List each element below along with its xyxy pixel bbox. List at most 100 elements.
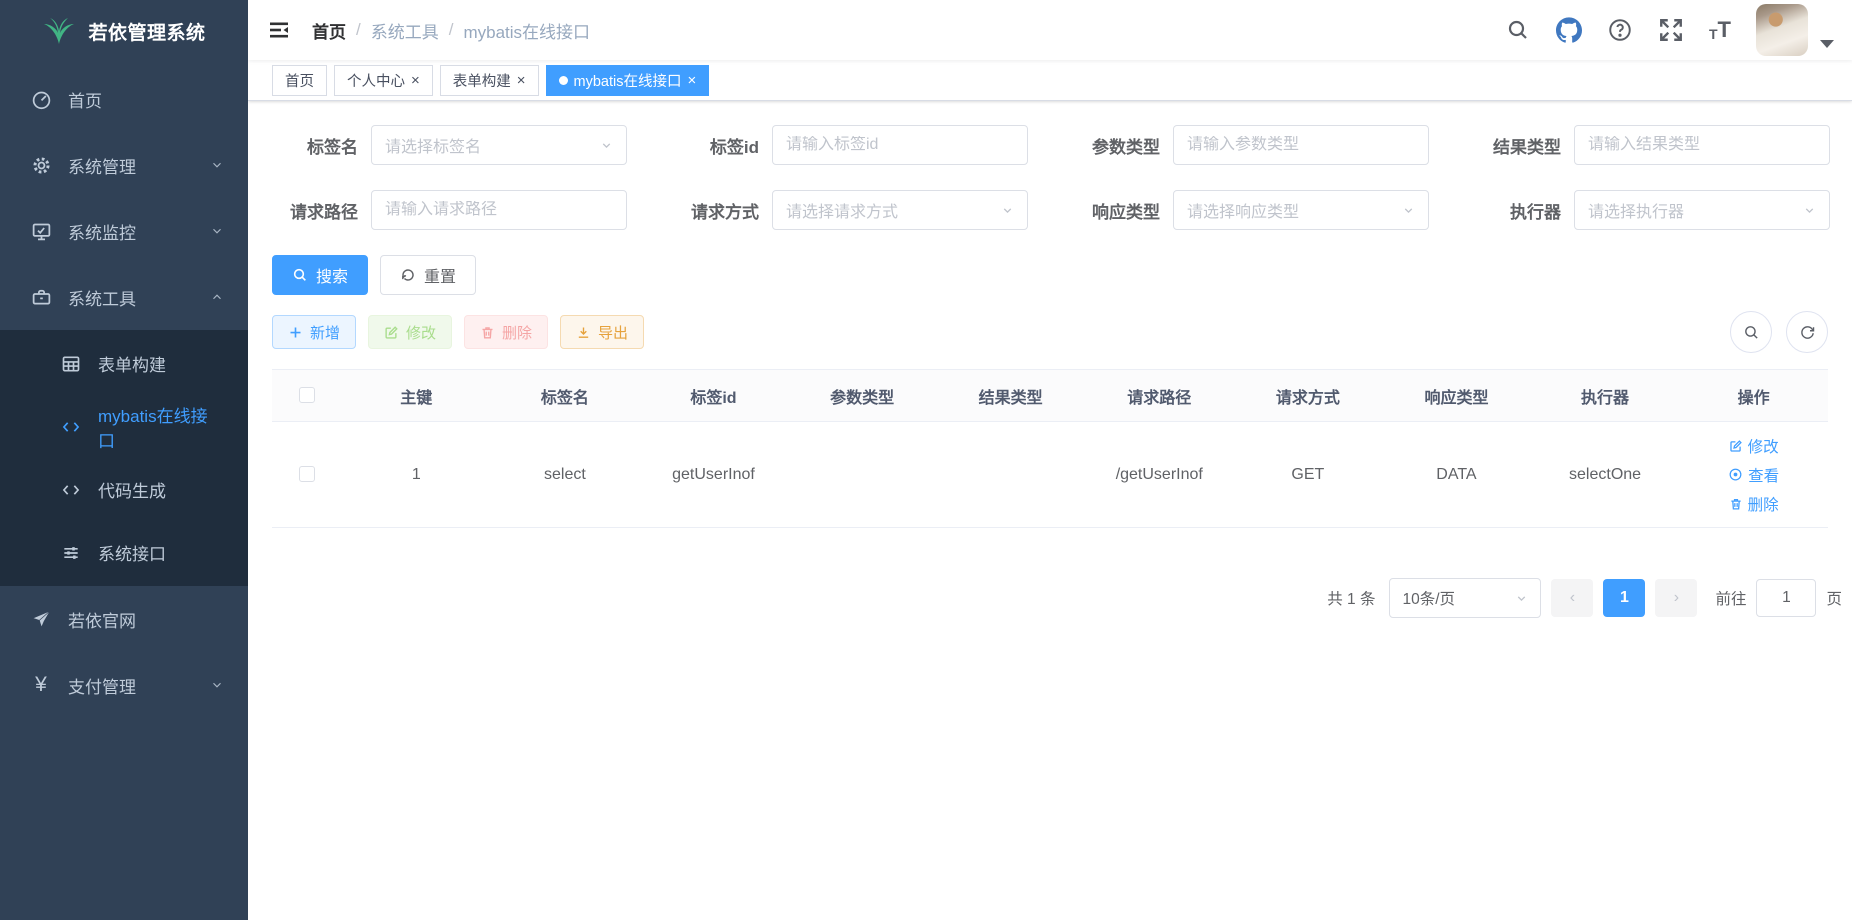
- row-delete-link[interactable]: 删除: [1729, 493, 1779, 515]
- export-button[interactable]: 导出: [560, 315, 644, 349]
- view-icon: [1728, 467, 1743, 482]
- chevron-down-icon: [1515, 592, 1528, 605]
- response-type-select[interactable]: 请选择响应类型: [1173, 190, 1429, 230]
- result-type-input[interactable]: [1588, 136, 1816, 154]
- row-checkbox[interactable]: [299, 466, 315, 482]
- tab-form-builder[interactable]: 表单构建 ×: [440, 65, 539, 96]
- plus-icon: [288, 325, 303, 340]
- page-content: 标签名 请选择标签名 标签id 参数类型: [248, 101, 1852, 920]
- sidebar-item-payment[interactable]: ¥ 支付管理: [0, 652, 248, 718]
- reset-button[interactable]: 重置: [380, 255, 476, 295]
- trash-icon: [1729, 497, 1743, 511]
- close-icon[interactable]: ×: [517, 72, 526, 89]
- cell-executor: selectOne: [1531, 460, 1680, 490]
- show-search-toggle-button[interactable]: [1730, 311, 1772, 353]
- pagination: 共 1 条 10条/页 ‹ 1 › 前往 页: [272, 578, 1842, 618]
- col-header: 请求方式: [1234, 378, 1383, 414]
- sidebar-item-system-manage[interactable]: 系统管理: [0, 132, 248, 198]
- sidebar-item-system-monitor[interactable]: 系统监控: [0, 198, 248, 264]
- col-header: 操作: [1679, 378, 1828, 414]
- breadcrumb-section[interactable]: 系统工具: [371, 18, 439, 43]
- search-icon: [1743, 324, 1760, 341]
- request-method-select[interactable]: 请选择请求方式: [772, 190, 1028, 230]
- table-row: 1 select getUserInof /getUserInof GET DA…: [272, 422, 1828, 528]
- active-tab-dot: [559, 76, 568, 85]
- avatar[interactable]: [1756, 4, 1808, 56]
- caret-down-icon: [1820, 40, 1834, 48]
- yen-icon: ¥: [30, 674, 52, 696]
- sidebar-item-official-site[interactable]: 若依官网: [0, 586, 248, 652]
- user-menu[interactable]: [1756, 4, 1834, 56]
- close-icon[interactable]: ×: [688, 72, 697, 89]
- app-logo[interactable]: 若依管理系统: [0, 0, 248, 62]
- executor-select[interactable]: 请选择执行器: [1574, 190, 1830, 230]
- sidebar-item-form-builder[interactable]: 表单构建: [0, 332, 248, 395]
- fullscreen-icon[interactable]: [1658, 17, 1684, 43]
- goto-page-input[interactable]: [1756, 579, 1816, 617]
- code-icon: [60, 416, 82, 438]
- row-edit-link[interactable]: 修改: [1729, 435, 1779, 457]
- col-header: 标签名: [491, 378, 640, 414]
- sidebar-item-label: 代码生成: [98, 477, 166, 502]
- sidebar-item-code-gen[interactable]: 代码生成: [0, 458, 248, 521]
- chevron-up-icon: [210, 290, 224, 304]
- row-actions: 修改 查看 删除: [1683, 435, 1824, 515]
- pagination-total: 共 1 条: [1327, 587, 1375, 609]
- cell-response-type: DATA: [1382, 460, 1531, 490]
- select-all-checkbox[interactable]: [299, 387, 315, 403]
- row-view-link[interactable]: 查看: [1728, 464, 1779, 486]
- prev-page-button[interactable]: ‹: [1551, 579, 1593, 617]
- chevron-down-icon: [210, 678, 224, 692]
- page-number-button[interactable]: 1: [1603, 579, 1645, 617]
- help-icon[interactable]: [1607, 17, 1633, 43]
- sidebar-item-mybatis-api[interactable]: mybatis在线接口: [0, 395, 248, 458]
- font-size-icon[interactable]: TT: [1709, 19, 1731, 41]
- chevron-down-icon: [210, 158, 224, 172]
- github-icon[interactable]: [1556, 17, 1582, 43]
- chevron-down-icon: [1402, 204, 1415, 217]
- sidebar-item-system-tools[interactable]: 系统工具: [0, 264, 248, 330]
- param-type-input[interactable]: [1187, 136, 1415, 154]
- sidebar-item-label: 若依官网: [68, 607, 136, 632]
- chevron-down-icon: [1803, 204, 1816, 217]
- tag-id-input[interactable]: [786, 136, 1014, 154]
- page-size-select[interactable]: 10条/页: [1389, 578, 1541, 618]
- tags-view-bar: 首页 个人中心 × 表单构建 × mybatis在线接口 ×: [248, 60, 1852, 101]
- col-header: 响应类型: [1382, 378, 1531, 414]
- form-grid-icon: [60, 353, 82, 375]
- sidebar-item-label: mybatis在线接口: [98, 402, 224, 452]
- search-actions: 搜索 重置: [272, 255, 1828, 295]
- tab-home[interactable]: 首页: [272, 65, 327, 96]
- sidebar-item-label: 表单构建: [98, 351, 166, 376]
- main-area: 首页 / 系统工具 / mybatis在线接口: [248, 0, 1852, 920]
- breadcrumb-home[interactable]: 首页: [312, 18, 346, 43]
- header-search-icon[interactable]: [1505, 17, 1531, 43]
- data-table: 主键 标签名 标签id 参数类型 结果类型 请求路径 请求方式 响应类型 执行器…: [272, 369, 1828, 528]
- sidebar-toggle-icon[interactable]: [266, 17, 292, 43]
- tag-name-select[interactable]: 请选择标签名: [371, 125, 627, 165]
- add-button[interactable]: 新增: [272, 315, 356, 349]
- search-form-row-2: 请求路径 请求方式 请选择请求方式 响应类型 请选择响应类型: [272, 190, 1828, 230]
- monitor-icon: [30, 220, 52, 242]
- navbar: 首页 / 系统工具 / mybatis在线接口: [248, 0, 1852, 60]
- table-header-row: 主键 标签名 标签id 参数类型 结果类型 请求路径 请求方式 响应类型 执行器…: [272, 369, 1828, 422]
- sidebar-item-system-api[interactable]: 系统接口: [0, 521, 248, 584]
- close-icon[interactable]: ×: [411, 72, 420, 89]
- next-page-button[interactable]: ›: [1655, 579, 1697, 617]
- field-request-path: 请求路径: [272, 190, 627, 230]
- refresh-table-button[interactable]: [1786, 311, 1828, 353]
- sliders-icon: [60, 542, 82, 564]
- request-path-input[interactable]: [385, 201, 613, 219]
- delete-button[interactable]: 删除: [464, 315, 548, 349]
- sidebar-item-label: 系统接口: [98, 540, 166, 565]
- sidebar-item-home[interactable]: 首页: [0, 66, 248, 132]
- breadcrumb-current: mybatis在线接口: [463, 18, 590, 43]
- tab-profile[interactable]: 个人中心 ×: [334, 65, 433, 96]
- search-button[interactable]: 搜索: [272, 255, 368, 295]
- col-header: 执行器: [1531, 378, 1680, 414]
- dashboard-icon: [30, 88, 52, 110]
- sidebar-item-label: 系统管理: [68, 153, 136, 178]
- tab-mybatis-api[interactable]: mybatis在线接口 ×: [546, 65, 710, 96]
- edit-button[interactable]: 修改: [368, 315, 452, 349]
- cell-result-type: [936, 469, 1085, 481]
